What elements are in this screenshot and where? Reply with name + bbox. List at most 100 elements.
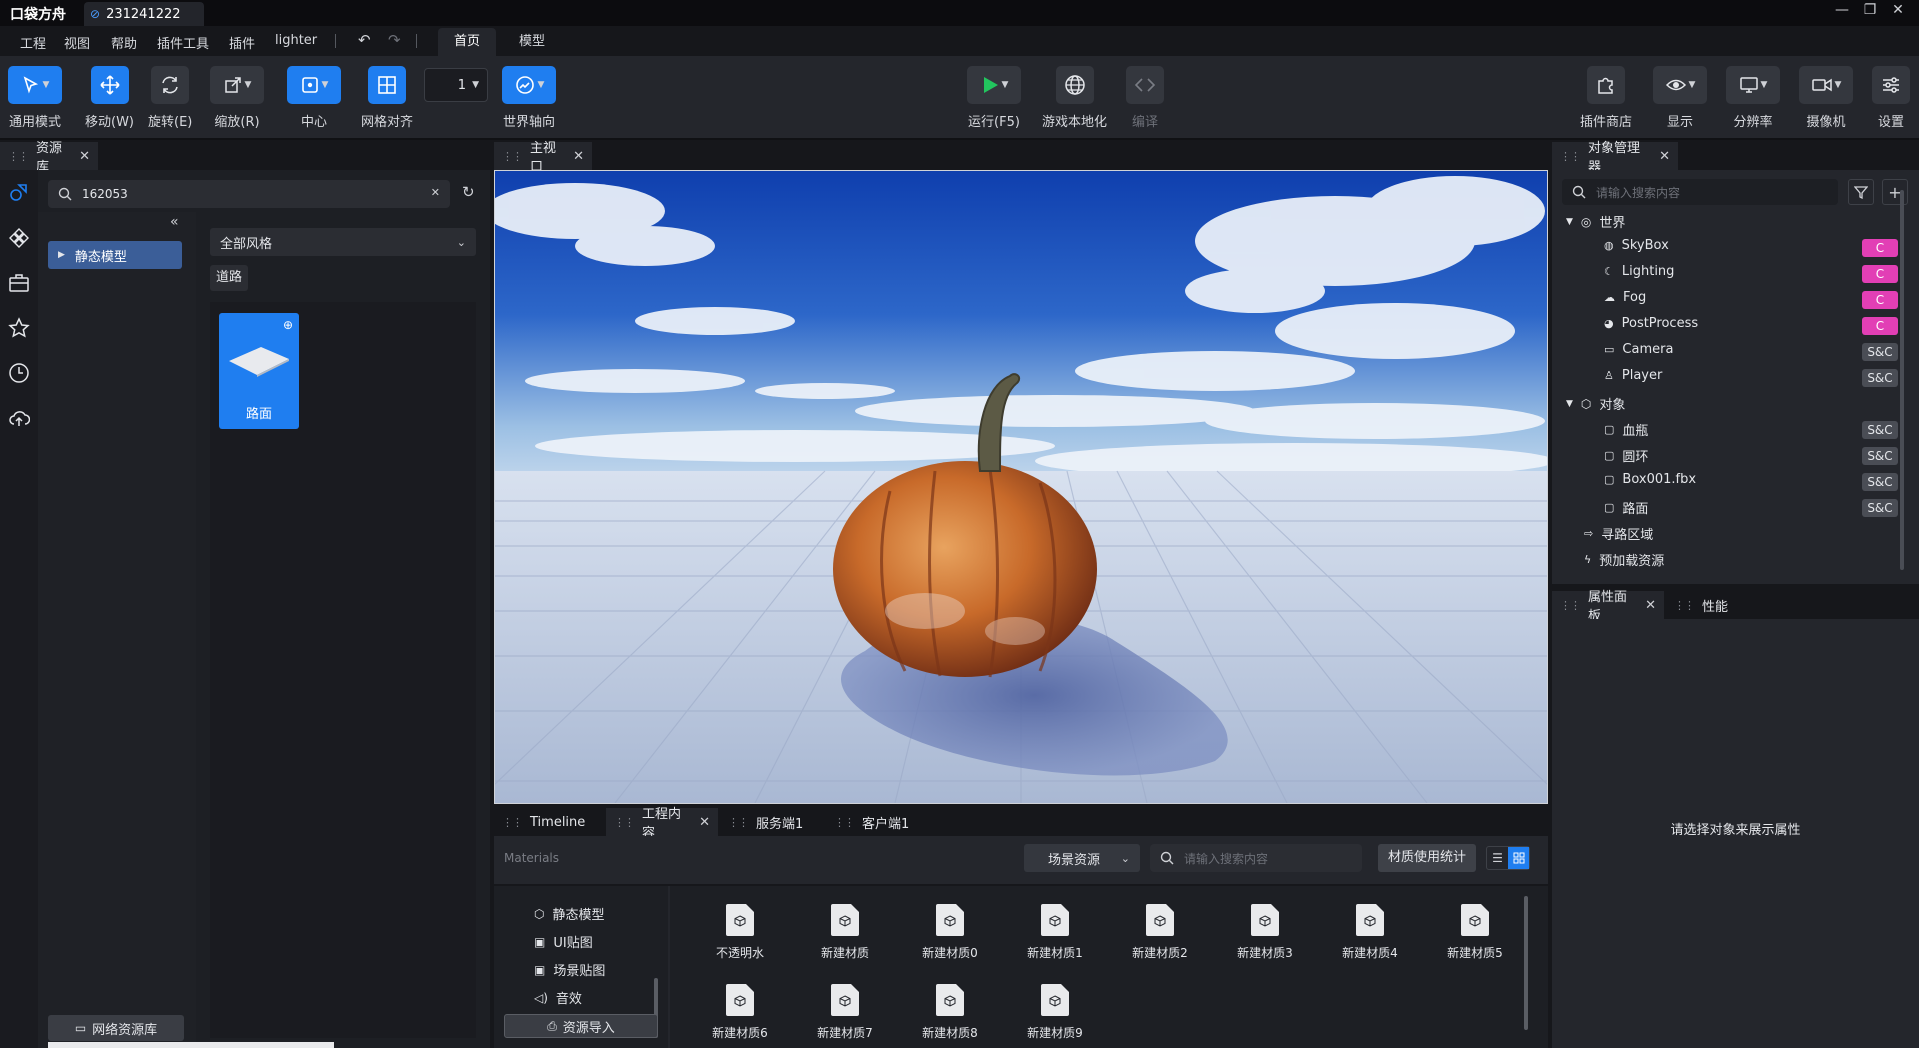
material-item[interactable]: 新建材质1 bbox=[1012, 904, 1098, 961]
tab-home[interactable]: 首页 bbox=[438, 28, 496, 56]
asset-search-input[interactable]: 162053 ✕ bbox=[48, 180, 450, 208]
run-button[interactable]: ▼ bbox=[967, 66, 1021, 104]
tree-item-lighting[interactable]: ☾ Lighting bbox=[1604, 264, 1674, 279]
resolution-tool[interactable]: ▼ 分辨率 bbox=[1726, 66, 1780, 130]
list-view-icon[interactable]: ☰ bbox=[1487, 847, 1508, 869]
object-search-input[interactable]: 请输入搜索内容 bbox=[1562, 179, 1838, 205]
material-item[interactable]: 新建材质9 bbox=[1012, 984, 1098, 1041]
material-item[interactable]: 新建材质5 bbox=[1432, 904, 1518, 961]
cloud-upload-icon[interactable] bbox=[8, 407, 30, 429]
object-scrollbar[interactable] bbox=[1900, 190, 1904, 570]
camera-button[interactable]: ▼ bbox=[1799, 66, 1853, 104]
drag-handle-icon[interactable]: ⋮⋮ bbox=[1674, 599, 1695, 612]
drag-handle-icon[interactable]: ⋮⋮ bbox=[1560, 150, 1581, 163]
grid-size-select[interactable]: 1 ▼ bbox=[424, 68, 488, 102]
drag-handle-icon[interactable]: ⋮⋮ bbox=[834, 816, 855, 829]
menu-view[interactable]: 视图 bbox=[64, 33, 90, 52]
drag-handle-icon[interactable]: ⋮⋮ bbox=[1560, 599, 1581, 612]
tab-client1[interactable]: ⋮⋮ 客户端1 bbox=[826, 808, 936, 836]
plugin-store-button[interactable] bbox=[1587, 66, 1625, 104]
horizontal-scrollbar[interactable] bbox=[48, 1042, 334, 1048]
clear-search-icon[interactable]: ✕ bbox=[431, 186, 440, 199]
material-scrollbar[interactable] bbox=[1524, 896, 1528, 1030]
material-item[interactable]: 新建材质2 bbox=[1117, 904, 1203, 961]
close-icon[interactable]: ✕ bbox=[699, 815, 710, 830]
add-object-button[interactable]: + bbox=[1882, 179, 1908, 205]
tree-item-camera[interactable]: ▭ Camera bbox=[1604, 342, 1673, 357]
general-mode-tool[interactable]: ▼ 通用模式 bbox=[8, 66, 62, 130]
scale-tool[interactable]: ▼ 缩放(R) bbox=[210, 66, 264, 130]
tree-item-potion[interactable]: ▢ 血瓶 bbox=[1604, 420, 1648, 439]
tree-preload[interactable]: ϟ 预加载资源 bbox=[1584, 550, 1664, 569]
material-item[interactable]: 新建材质8 bbox=[907, 984, 993, 1041]
resolution-button[interactable]: ▼ bbox=[1726, 66, 1780, 104]
folder-sound[interactable]: ◁) 音效 bbox=[534, 988, 582, 1008]
folder-ui-texture[interactable]: ▣ UI贴图 bbox=[534, 932, 593, 952]
material-item[interactable]: 新建材质0 bbox=[907, 904, 993, 961]
grid-view-icon[interactable] bbox=[1508, 847, 1529, 869]
tab-performance[interactable]: ⋮⋮ 性能 bbox=[1666, 591, 1746, 619]
tree-item-fog[interactable]: ☁ Fog bbox=[1604, 290, 1646, 305]
rotate-button[interactable] bbox=[151, 66, 190, 104]
clock-icon[interactable] bbox=[8, 362, 30, 384]
network-library-button[interactable]: ▭ 网络资源库 bbox=[48, 1015, 184, 1041]
tab-model[interactable]: 模型 bbox=[503, 28, 561, 56]
content-search-input[interactable]: 请输入搜索内容 bbox=[1150, 844, 1362, 872]
tab-server1[interactable]: ⋮⋮ 服务端1 bbox=[720, 808, 830, 836]
material-item[interactable]: 新建材质6 bbox=[697, 984, 783, 1041]
localize-tool[interactable]: 游戏本地化 bbox=[1042, 66, 1107, 130]
general-mode-button[interactable]: ▼ bbox=[8, 66, 62, 104]
move-tool[interactable]: 移动(W) bbox=[85, 66, 134, 130]
tree-item-road[interactable]: ▢ 路面 bbox=[1604, 498, 1648, 517]
close-icon[interactable]: ✕ bbox=[1659, 149, 1670, 164]
material-stats-button[interactable]: 材质使用统计 bbox=[1378, 844, 1476, 872]
drag-handle-icon[interactable]: ⋮⋮ bbox=[8, 150, 29, 163]
asset-card-road[interactable]: ⊕ 路面 bbox=[219, 313, 299, 429]
component-icon[interactable] bbox=[8, 227, 30, 249]
drag-handle-icon[interactable]: ⋮⋮ bbox=[502, 816, 523, 829]
display-button[interactable]: ▼ bbox=[1653, 66, 1707, 104]
rotate-tool[interactable]: 旋转(E) bbox=[148, 66, 192, 130]
center-button[interactable]: ▼ bbox=[287, 66, 341, 104]
material-item[interactable]: 新建材质4 bbox=[1327, 904, 1413, 961]
grid-snap-button[interactable] bbox=[368, 66, 406, 104]
restore-button[interactable]: ❐ bbox=[1858, 2, 1882, 18]
tab-project-content[interactable]: ⋮⋮ 工程内容 ✕ bbox=[606, 807, 718, 841]
drag-handle-icon[interactable]: ⋮⋮ bbox=[502, 150, 523, 163]
folder-static-model[interactable]: ⬡ 静态模型 bbox=[534, 904, 605, 924]
expand-arrow-icon[interactable]: ▼ bbox=[1566, 399, 1573, 409]
world-axis-tool[interactable]: ▼ 世界轴向 bbox=[502, 66, 556, 130]
minimize-button[interactable]: — bbox=[1830, 2, 1854, 18]
drag-handle-icon[interactable]: ⋮⋮ bbox=[728, 816, 749, 829]
close-icon[interactable]: ✕ bbox=[573, 149, 584, 164]
tree-item-skybox[interactable]: ◍ SkyBox bbox=[1604, 238, 1669, 253]
tree-nav-area[interactable]: ⇨ 寻路区域 bbox=[1584, 524, 1653, 543]
run-tool[interactable]: ▼ 运行(F5) bbox=[967, 66, 1021, 130]
toolbox-icon[interactable] bbox=[8, 272, 30, 294]
menu-plugins[interactable]: 插件 bbox=[229, 33, 255, 52]
material-item[interactable]: 新建材质3 bbox=[1222, 904, 1308, 961]
tree-item-box001[interactable]: ▢ Box001.fbx bbox=[1604, 472, 1696, 487]
refresh-icon[interactable]: ↻ bbox=[462, 183, 475, 201]
compile-button[interactable] bbox=[1126, 66, 1164, 104]
tree-item-postprocess[interactable]: ◕ PostProcess bbox=[1604, 316, 1698, 331]
asset-import-button[interactable]: ⎙ 资源导入 bbox=[504, 1014, 658, 1038]
material-item[interactable]: 新建材质7 bbox=[802, 984, 888, 1041]
scene-resource-select[interactable]: 场景资源 ⌄ bbox=[1024, 844, 1140, 872]
filter-button[interactable] bbox=[1848, 179, 1874, 205]
filter-chip-road[interactable]: 道路 bbox=[210, 265, 249, 291]
scale-button[interactable]: ▼ bbox=[210, 66, 264, 104]
tree-objects[interactable]: ▼ ⬡ 对象 bbox=[1566, 394, 1625, 414]
star-icon[interactable] bbox=[8, 317, 30, 339]
tab-main-viewport[interactable]: ⋮⋮ 主视口 ✕ bbox=[494, 141, 592, 175]
settings-button[interactable] bbox=[1872, 66, 1910, 104]
close-window-button[interactable]: ✕ bbox=[1886, 2, 1910, 18]
settings-tool[interactable]: 设置 bbox=[1872, 66, 1910, 130]
redo-icon[interactable]: ↷ bbox=[388, 31, 401, 49]
close-icon[interactable]: ✕ bbox=[1645, 598, 1656, 613]
category-static-model[interactable]: ▶ 静态模型 bbox=[48, 241, 182, 269]
shapes-icon[interactable] bbox=[8, 182, 30, 204]
grid-snap-tool[interactable]: 网格对齐 bbox=[361, 66, 413, 130]
undo-icon[interactable]: ↶ bbox=[358, 31, 371, 49]
menu-plugin-tools[interactable]: 插件工具 bbox=[157, 33, 209, 52]
